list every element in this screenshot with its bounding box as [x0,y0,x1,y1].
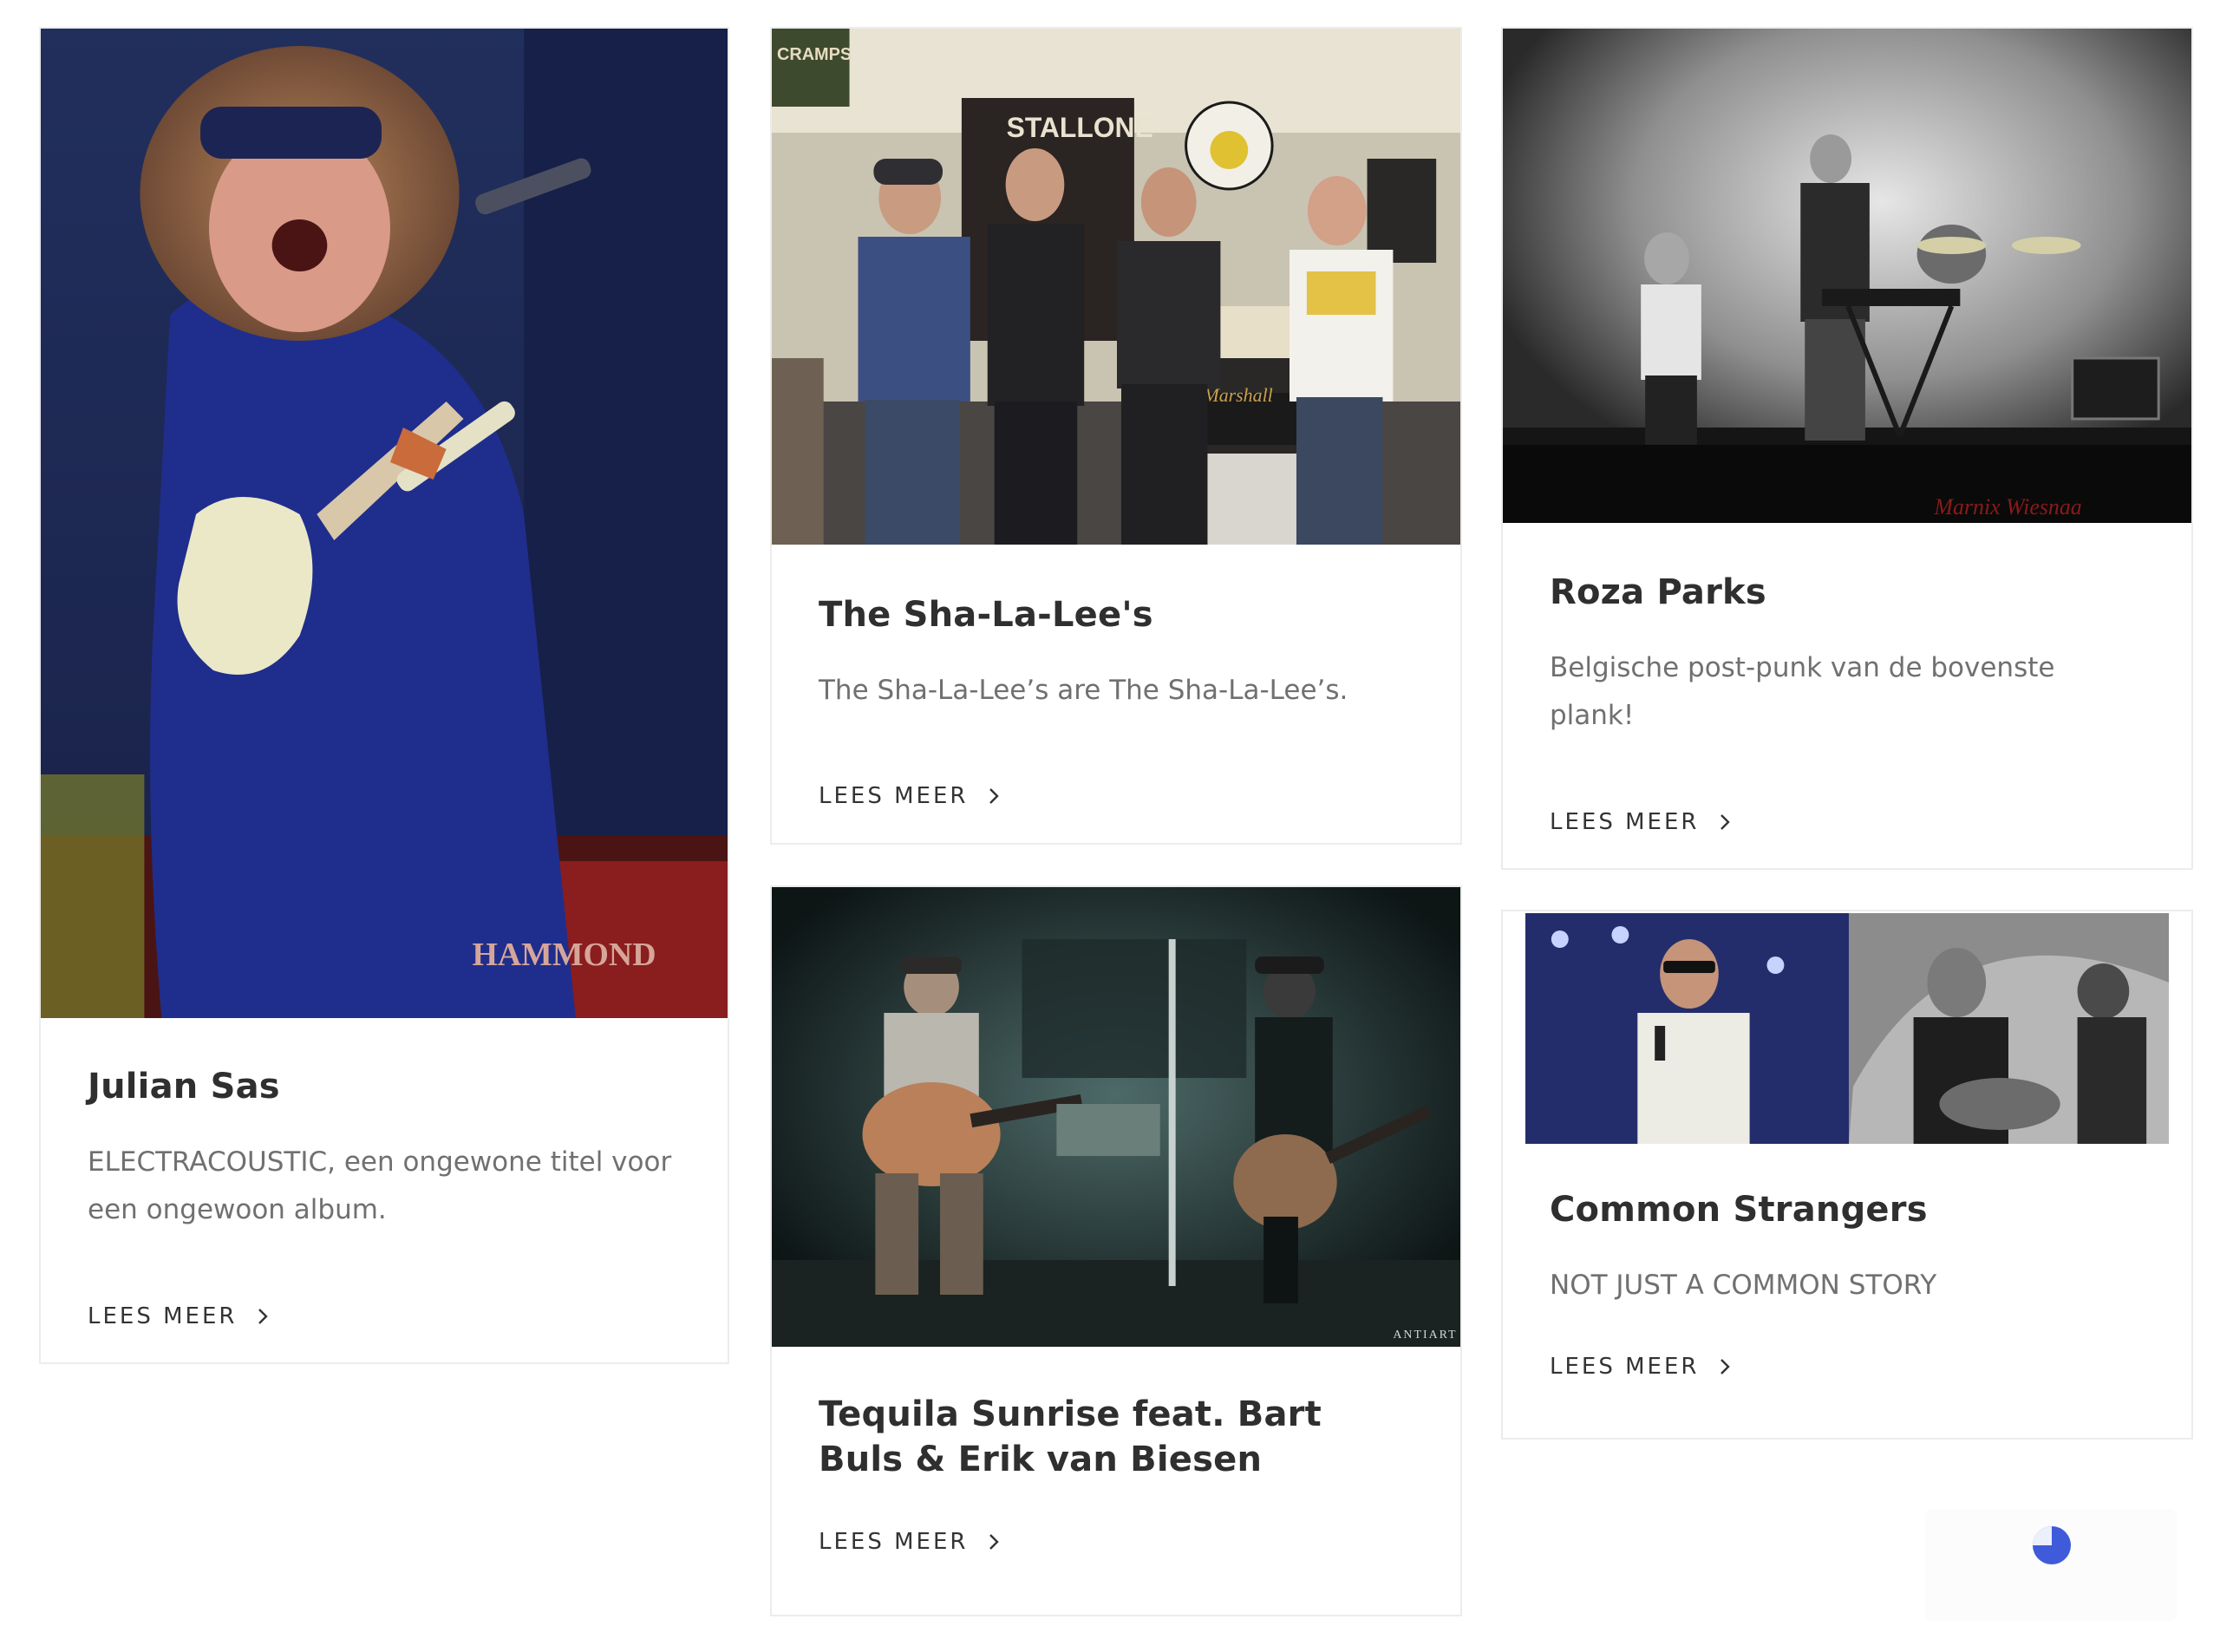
band-photo: CRAMPS STALLONE Marshall [772,29,1460,545]
chevron-right-icon [989,788,1000,804]
post-excerpt: Belgische post-punk van de bovenste plan… [1550,652,2055,731]
read-more-label: LEES MEER [88,1303,238,1329]
stage-photo: Marnix Wiesnaa [1503,29,2191,523]
guitarist-photo: HAMMOND [41,29,728,1018]
svg-text:CRAMPS: CRAMPS [777,45,852,64]
read-more-link[interactable]: LEES MEER [1550,1354,1735,1380]
chevron-right-icon [989,1534,1000,1550]
post-title[interactable]: The Sha-La-Lee's [819,592,1414,637]
chevron-right-icon [1720,814,1731,830]
loading-spinner-icon [2033,1526,2071,1564]
read-more-label: LEES MEER [1550,1354,1700,1380]
chevron-right-icon [1720,1359,1731,1374]
live-music-photo: ANTIART [772,887,1460,1347]
post-card-tequila-sunrise: ANTIART Tequila Sunrise feat. Bart Buls … [770,885,1462,1616]
post-card-sha-la-lees: CRAMPS STALLONE Marshall The Sha-La-Lee'… [770,27,1462,845]
read-more-label: LEES MEER [819,783,969,809]
read-more-label: LEES MEER [1550,809,1700,835]
post-card-common-strangers: Common Strangers NOT JUST A COMMON STORY… [1501,910,2193,1440]
read-more-link[interactable]: LEES MEER [819,1529,1004,1555]
post-image-sha-la-lees[interactable]: CRAMPS STALLONE Marshall [772,29,1460,545]
post-excerpt: The Sha-La-Lee’s are The Sha-La-Lee’s. [819,675,1348,706]
post-title[interactable]: Roza Parks [1550,570,2145,615]
post-excerpt: NOT JUST A COMMON STORY [1550,1270,1937,1301]
read-more-link[interactable]: LEES MEER [88,1303,273,1329]
svg-text:Marnix Wiesnaa: Marnix Wiesnaa [1933,494,2081,519]
post-image-tequila-sunrise[interactable]: ANTIART [772,887,1460,1347]
post-title[interactable]: Julian Sas [88,1064,681,1109]
split-band-photo [1525,913,2169,1144]
post-image-common-strangers[interactable] [1525,913,2169,1144]
read-more-link[interactable]: LEES MEER [1550,809,1735,835]
svg-text:STALLONE: STALLONE [1007,112,1153,143]
post-title[interactable]: Common Strangers [1550,1187,2145,1232]
read-more-label: LEES MEER [819,1529,969,1555]
post-excerpt: ELECTRACOUSTIC, een ongewone titel voor … [88,1146,672,1225]
read-more-link[interactable]: LEES MEER [819,783,1004,809]
post-title[interactable]: Tequila Sunrise feat. Bart Buls & Erik v… [819,1392,1414,1482]
svg-text:ANTIART: ANTIART [1393,1329,1457,1342]
post-image-roza-parks[interactable]: Marnix Wiesnaa [1503,29,2191,523]
chevron-right-icon [258,1309,269,1324]
post-card-roza-parks: Marnix Wiesnaa Roza Parks Belgische post… [1501,27,2193,870]
post-image-julian-sas[interactable]: HAMMOND [41,29,728,1018]
svg-text:HAMMOND: HAMMOND [472,937,656,973]
post-card-julian-sas: HAMMOND Julian Sas ELECTRACOUSTIC, een o… [39,27,729,1364]
